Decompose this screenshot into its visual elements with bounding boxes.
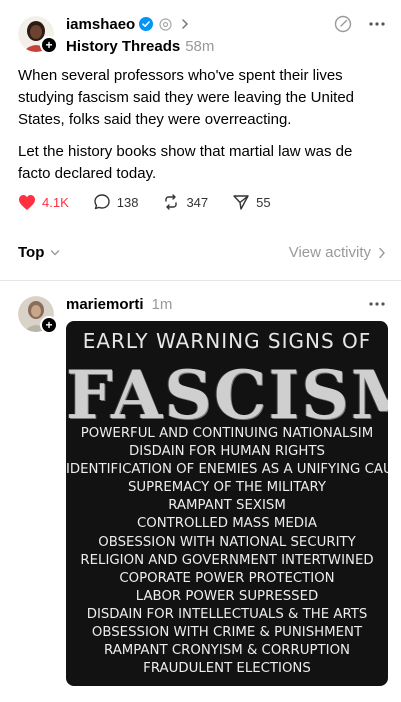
image-list-item: LABOR POWER SUPRESSED — [135, 588, 319, 604]
repost-button[interactable]: 347 — [162, 193, 208, 211]
username[interactable]: iamshaeo — [66, 16, 135, 33]
compose-icon[interactable] — [333, 14, 353, 34]
image-headline: FASCISM — [66, 356, 388, 434]
chevron-down-icon — [50, 249, 60, 257]
follow-plus-icon[interactable]: + — [40, 36, 58, 54]
image-list-item: SUPREMACY OF THE MILITARY — [127, 480, 327, 496]
threads-icon — [159, 17, 172, 31]
action-bar: 4.1K 138 347 55 — [18, 193, 295, 211]
image-list-item: OBSESSION WITH NATIONAL SECURITY — [98, 534, 356, 550]
share-button[interactable]: 55 — [232, 193, 271, 211]
post-body: When several professors who've spent the… — [18, 65, 388, 195]
sort-label: Top — [18, 244, 45, 261]
image-list-item: CONTROLLED MASS MEDIA — [136, 516, 317, 532]
image-list-item: FRAUDULENT ELECTIONS — [143, 661, 311, 677]
image-list-item: RELIGION AND GOVERNMENT INTERTWINED — [80, 552, 374, 568]
image-list-item: IDENTIFICATION OF ENEMIES AS A UNIFYING … — [66, 462, 388, 478]
username[interactable]: mariemorti — [66, 296, 144, 313]
image-title: EARLY WARNING SIGNS OF — [82, 329, 372, 353]
repost-icon — [165, 194, 178, 210]
image-list-item: DISDAIN FOR HUMAN RIGHTS — [129, 444, 325, 460]
post-paragraph: Let the history books show that martial … — [18, 143, 353, 182]
like-button[interactable]: 4.1K — [18, 194, 69, 211]
divider — [0, 280, 401, 281]
comment-button[interactable]: 138 — [93, 193, 139, 211]
heart-icon — [19, 194, 35, 210]
follow-plus-icon[interactable]: + — [40, 316, 58, 334]
image-list-item: DISDAIN FOR INTELLECTUALS & THE ARTS — [86, 606, 368, 622]
image-list-item: COPORATE POWER PROTECTION — [119, 570, 335, 586]
send-icon — [233, 195, 249, 210]
share-count: 55 — [256, 194, 271, 210]
image-list-item: OBSESSION WITH CRIME & PUNISHMENT — [91, 625, 363, 641]
view-activity-link[interactable]: View activity — [289, 244, 386, 261]
comment-icon — [94, 194, 110, 210]
replies-sort-bar: Top View activity — [0, 238, 401, 270]
like-count: 4.1K — [42, 194, 69, 210]
repost-count: 347 — [186, 194, 209, 210]
verified-badge-icon — [139, 17, 154, 31]
post-time: 58m — [185, 37, 215, 55]
sort-dropdown[interactable]: Top — [18, 244, 60, 261]
chevron-right-icon — [378, 247, 386, 259]
more-options-icon[interactable] — [367, 14, 387, 34]
image-list-item: RAMPANT CRONYISM & CORRUPTION — [104, 643, 350, 659]
image-list-item: POWERFUL AND CONTINUING NATIONALSIM — [80, 426, 374, 441]
reply-image[interactable]: EARLY WARNING SIGNS OF FASCISM POWERFUL … — [66, 321, 388, 686]
view-activity-label: View activity — [288, 244, 371, 261]
chevron-right-icon[interactable] — [180, 18, 190, 30]
image-list: POWERFUL AND CONTINUING NATIONALSIM DISD… — [66, 425, 388, 678]
more-options-icon[interactable] — [367, 294, 387, 314]
image-list-item: RAMPANT SEXISM — [168, 498, 286, 514]
reply-time: 1m — [151, 295, 173, 313]
post-paragraph: When several professors who've spent the… — [18, 67, 355, 128]
comment-count: 138 — [116, 194, 139, 210]
community-name[interactable]: History Threads — [66, 38, 180, 55]
